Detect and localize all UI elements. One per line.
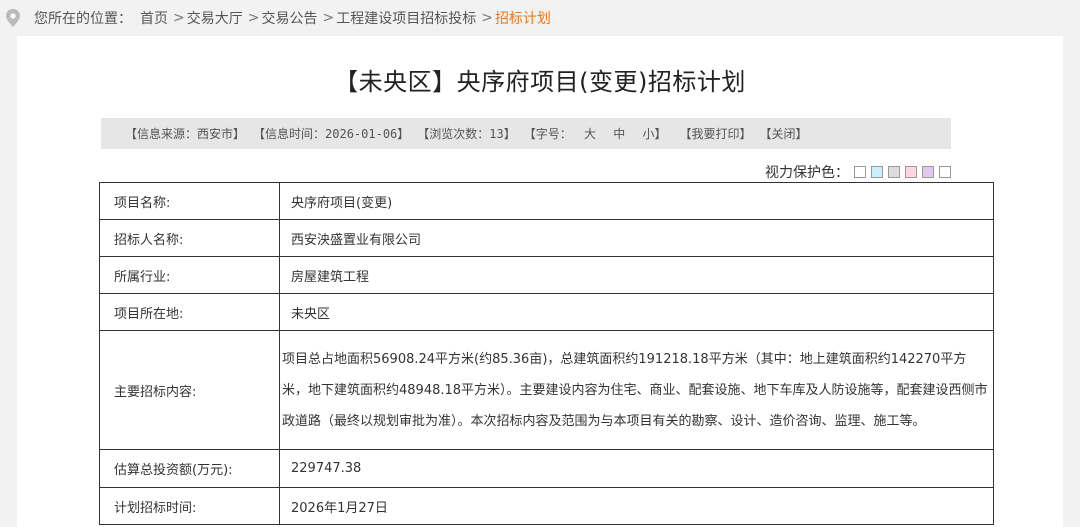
row-value: 229747.38 bbox=[279, 449, 994, 488]
row-label: 项目所在地: bbox=[99, 293, 280, 331]
row-value: 2026年1月27日 bbox=[279, 487, 994, 525]
close-button[interactable]: 【关闭】 bbox=[760, 125, 808, 142]
breadcrumb-current-plan[interactable]: 招标计划 bbox=[495, 8, 551, 28]
info-meta-bar: 【信息来源：西安市】 【信息时间：2026-01-06】 【浏览次数：13】 【… bbox=[101, 118, 951, 149]
info-time: 【信息时间：2026-01-06】 bbox=[253, 127, 410, 141]
color-swatch-gray[interactable] bbox=[888, 166, 900, 178]
row-label: 主要招标内容: bbox=[99, 330, 280, 450]
table-row: 招标人名称: 西安泱盛置业有限公司 bbox=[99, 219, 994, 257]
content-card: 【未央区】央序府项目(变更)招标计划 【信息来源：西安市】 【信息时间：2026… bbox=[17, 36, 1063, 527]
table-row: 所属行业: 房屋建筑工程 bbox=[99, 256, 994, 294]
row-value: 央序府项目(变更) bbox=[279, 182, 994, 220]
print-button[interactable]: 【我要打印】 bbox=[679, 125, 751, 142]
row-label: 所属行业: bbox=[99, 256, 280, 294]
color-swatch-pink[interactable] bbox=[905, 166, 917, 178]
view-count: 【浏览次数：13】 bbox=[417, 127, 516, 141]
eye-protection-label: 视力保护色： bbox=[765, 165, 849, 181]
color-swatch-white[interactable] bbox=[854, 166, 866, 178]
table-row: 计划招标时间: 2026年1月27日 bbox=[99, 487, 994, 525]
table-row: 项目名称: 央序府项目(变更) bbox=[99, 182, 994, 220]
location-pin-icon bbox=[6, 9, 20, 27]
row-value: 西安泱盛置业有限公司 bbox=[279, 219, 994, 257]
font-size-label: 【字号： bbox=[523, 127, 572, 141]
row-value: 房屋建筑工程 bbox=[279, 256, 994, 294]
eye-protection-color-picker: 视力保护色： bbox=[765, 160, 951, 184]
breadcrumb-announcements-link[interactable]: 交易公告 bbox=[261, 8, 317, 28]
color-swatch-default[interactable] bbox=[939, 166, 951, 178]
breadcrumb: 您所在的位置： 首页 > 交易大厅 > 交易公告 > 工程建设项目招标投标 > … bbox=[0, 0, 1080, 36]
row-label: 招标人名称: bbox=[99, 219, 280, 257]
breadcrumb-separator: > bbox=[247, 10, 260, 26]
table-row: 主要招标内容: 项目总占地面积56908.24平方米(约85.36亩)，总建筑面… bbox=[99, 330, 994, 450]
font-size-control: 【字号： 大 中 小】 bbox=[524, 125, 672, 142]
font-size-large-button[interactable]: 大 bbox=[584, 127, 596, 141]
breadcrumb-home-link[interactable]: 首页 bbox=[140, 8, 168, 28]
page-title: 【未央区】央序府项目(变更)招标计划 bbox=[334, 68, 746, 96]
row-label: 估算总投资额(万元): bbox=[99, 449, 280, 488]
row-label: 项目名称: bbox=[99, 182, 280, 220]
breadcrumb-bidding-link[interactable]: 工程建设项目招标投标 bbox=[336, 8, 476, 28]
project-info-table: 项目名称: 央序府项目(变更) 招标人名称: 西安泱盛置业有限公司 所属行业: … bbox=[99, 182, 994, 525]
color-swatch-blue[interactable] bbox=[871, 166, 883, 178]
row-value: 项目总占地面积56908.24平方米(约85.36亩)，总建筑面积约191218… bbox=[279, 330, 994, 450]
breadcrumb-separator: > bbox=[481, 10, 493, 26]
breadcrumb-separator: > bbox=[322, 10, 335, 26]
table-row: 估算总投资额(万元): 229747.38 bbox=[99, 449, 994, 488]
row-label: 计划招标时间: bbox=[99, 487, 280, 525]
breadcrumb-label: 您所在的位置： bbox=[34, 11, 132, 27]
color-swatch-purple[interactable] bbox=[922, 166, 934, 178]
row-value: 未央区 bbox=[279, 293, 994, 331]
font-size-small-button[interactable]: 小】 bbox=[642, 127, 666, 141]
breadcrumb-separator: > bbox=[173, 10, 185, 26]
font-size-medium-button[interactable]: 中 bbox=[613, 127, 625, 141]
table-row: 项目所在地: 未央区 bbox=[99, 293, 994, 331]
info-source: 【信息来源：西安市】 bbox=[125, 127, 246, 141]
breadcrumb-trading-hall-link[interactable]: 交易大厅 bbox=[187, 8, 243, 28]
